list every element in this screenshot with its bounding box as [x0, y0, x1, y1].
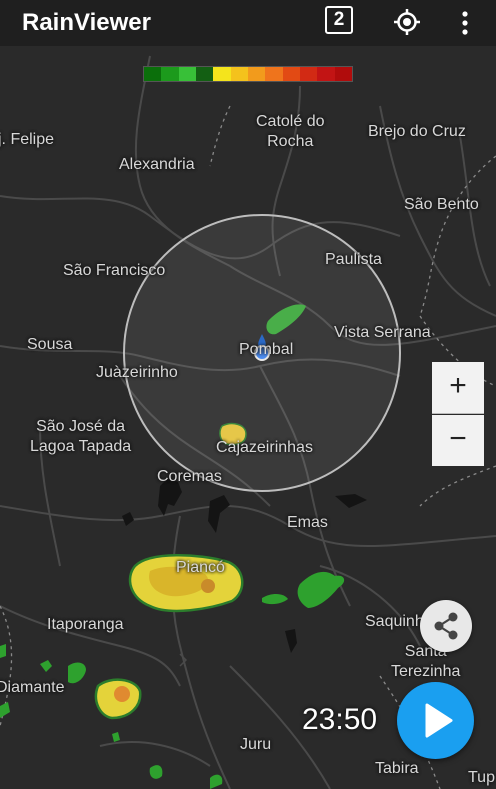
place-label: Coremas	[157, 468, 222, 485]
legend-swatch	[282, 67, 300, 81]
app-title: RainViewer	[22, 9, 151, 36]
place-label: j. Felipe	[0, 131, 55, 148]
radar-map[interactable]: j. Felipe Catolé do Rocha Brejo do Cruz …	[0, 46, 496, 789]
legend-swatch	[265, 67, 283, 81]
place-label: Vista Serrana	[334, 324, 431, 341]
place-label: Juru	[240, 736, 272, 753]
place-label: Paulista	[325, 251, 382, 268]
place-label: Pombal	[239, 341, 294, 358]
place-label: Juàzeirinho	[96, 364, 178, 381]
zoom-controls: + −	[432, 362, 484, 467]
legend-swatch	[317, 67, 335, 81]
legend-swatch	[247, 67, 266, 81]
place-label: Piancó	[176, 559, 225, 576]
place-label: Emas	[287, 514, 328, 531]
place-label: Tabira	[375, 760, 419, 777]
play-button[interactable]	[397, 682, 474, 759]
crosshair-icon[interactable]	[393, 8, 421, 36]
app-bar: RainViewer 2	[0, 0, 496, 46]
place-label: Itaporanga	[47, 616, 124, 633]
layer-count-badge[interactable]: 2	[325, 6, 353, 34]
legend-swatch	[230, 67, 248, 81]
place-label: Cajazeirinhas	[216, 439, 313, 456]
place-label: Diamante	[0, 679, 65, 696]
place-label: São José da Lagoa Tapada	[30, 418, 132, 455]
place-label: Catolé do Rocha	[256, 113, 325, 150]
place-label: Sousa	[27, 336, 73, 353]
legend-swatch	[334, 67, 352, 81]
legend-swatch	[178, 67, 196, 81]
share-icon	[434, 612, 458, 640]
legend-swatch	[144, 67, 162, 81]
zoom-in-button[interactable]: +	[432, 362, 484, 414]
place-label: Brejo do Cruz	[368, 123, 466, 140]
play-icon	[425, 703, 453, 738]
place-label: Alexandria	[119, 156, 195, 173]
precipitation-legend	[143, 66, 353, 82]
place-label: São Francisco	[63, 262, 166, 279]
zoom-out-button[interactable]: −	[432, 415, 484, 466]
legend-swatch	[195, 67, 214, 81]
place-label: São Bento	[404, 196, 479, 213]
more-vert-icon[interactable]	[455, 10, 475, 36]
share-button[interactable]	[420, 600, 472, 652]
radar-time: 23:50	[302, 703, 378, 736]
legend-swatch	[299, 67, 318, 81]
legend-swatch	[213, 67, 231, 81]
place-label: Tup	[468, 769, 495, 786]
legend-swatch	[161, 67, 179, 81]
